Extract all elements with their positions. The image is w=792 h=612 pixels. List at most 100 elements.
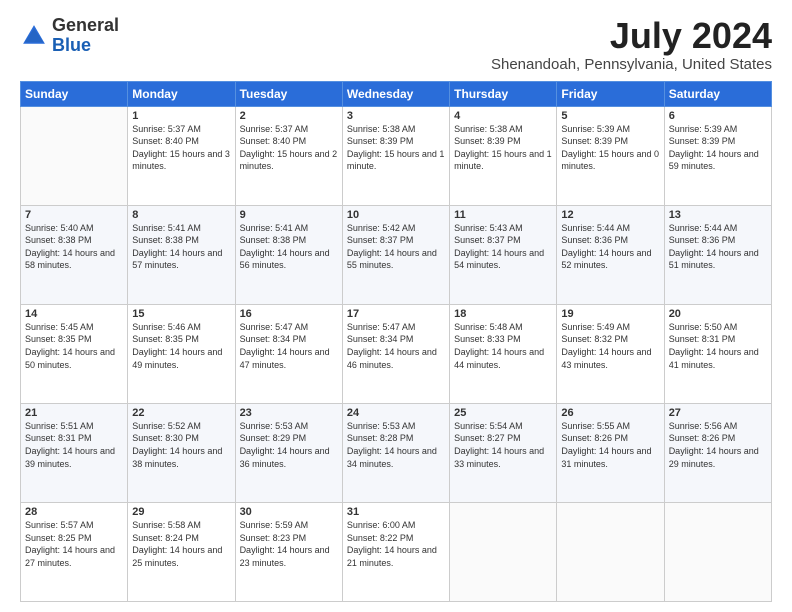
day-info: Sunrise: 5:48 AMSunset: 8:33 PMDaylight:… (454, 321, 552, 371)
day-info: Sunrise: 5:50 AMSunset: 8:31 PMDaylight:… (669, 321, 767, 371)
calendar-week-0: 1Sunrise: 5:37 AMSunset: 8:40 PMDaylight… (21, 106, 772, 205)
day-info: Sunrise: 5:38 AMSunset: 8:39 PMDaylight:… (454, 123, 552, 173)
day-info: Sunrise: 5:58 AMSunset: 8:24 PMDaylight:… (132, 519, 230, 569)
day-info: Sunrise: 5:47 AMSunset: 8:34 PMDaylight:… (347, 321, 445, 371)
day-number: 18 (454, 308, 552, 320)
calendar-cell: 22Sunrise: 5:52 AMSunset: 8:30 PMDayligh… (128, 403, 235, 502)
calendar-cell: 16Sunrise: 5:47 AMSunset: 8:34 PMDayligh… (235, 304, 342, 403)
day-number: 13 (669, 209, 767, 221)
col-thursday: Thursday (450, 81, 557, 106)
calendar-cell (450, 502, 557, 601)
day-number: 20 (669, 308, 767, 320)
calendar-week-1: 7Sunrise: 5:40 AMSunset: 8:38 PMDaylight… (21, 205, 772, 304)
day-info: Sunrise: 5:46 AMSunset: 8:35 PMDaylight:… (132, 321, 230, 371)
day-info: Sunrise: 5:43 AMSunset: 8:37 PMDaylight:… (454, 222, 552, 272)
calendar-cell: 17Sunrise: 5:47 AMSunset: 8:34 PMDayligh… (342, 304, 449, 403)
day-number: 21 (25, 407, 123, 419)
day-info: Sunrise: 5:41 AMSunset: 8:38 PMDaylight:… (240, 222, 338, 272)
day-number: 7 (25, 209, 123, 221)
calendar-cell: 31Sunrise: 6:00 AMSunset: 8:22 PMDayligh… (342, 502, 449, 601)
calendar-cell: 9Sunrise: 5:41 AMSunset: 8:38 PMDaylight… (235, 205, 342, 304)
month-title: July 2024 (491, 16, 772, 56)
day-info: Sunrise: 5:59 AMSunset: 8:23 PMDaylight:… (240, 519, 338, 569)
day-number: 1 (132, 110, 230, 122)
col-saturday: Saturday (664, 81, 771, 106)
day-info: Sunrise: 5:37 AMSunset: 8:40 PMDaylight:… (132, 123, 230, 173)
calendar-cell: 18Sunrise: 5:48 AMSunset: 8:33 PMDayligh… (450, 304, 557, 403)
day-number: 4 (454, 110, 552, 122)
day-number: 19 (561, 308, 659, 320)
day-info: Sunrise: 5:56 AMSunset: 8:26 PMDaylight:… (669, 420, 767, 470)
day-number: 11 (454, 209, 552, 221)
day-info: Sunrise: 5:39 AMSunset: 8:39 PMDaylight:… (669, 123, 767, 173)
calendar-cell: 20Sunrise: 5:50 AMSunset: 8:31 PMDayligh… (664, 304, 771, 403)
calendar-header-row: Sunday Monday Tuesday Wednesday Thursday… (21, 81, 772, 106)
calendar-cell: 7Sunrise: 5:40 AMSunset: 8:38 PMDaylight… (21, 205, 128, 304)
day-number: 30 (240, 506, 338, 518)
calendar-cell (557, 502, 664, 601)
calendar-cell: 15Sunrise: 5:46 AMSunset: 8:35 PMDayligh… (128, 304, 235, 403)
calendar-cell: 21Sunrise: 5:51 AMSunset: 8:31 PMDayligh… (21, 403, 128, 502)
day-number: 15 (132, 308, 230, 320)
calendar-cell: 8Sunrise: 5:41 AMSunset: 8:38 PMDaylight… (128, 205, 235, 304)
day-number: 8 (132, 209, 230, 221)
day-info: Sunrise: 5:49 AMSunset: 8:32 PMDaylight:… (561, 321, 659, 371)
day-info: Sunrise: 5:51 AMSunset: 8:31 PMDaylight:… (25, 420, 123, 470)
day-info: Sunrise: 5:53 AMSunset: 8:29 PMDaylight:… (240, 420, 338, 470)
day-number: 31 (347, 506, 445, 518)
calendar-cell: 26Sunrise: 5:55 AMSunset: 8:26 PMDayligh… (557, 403, 664, 502)
calendar-cell: 4Sunrise: 5:38 AMSunset: 8:39 PMDaylight… (450, 106, 557, 205)
calendar-table: Sunday Monday Tuesday Wednesday Thursday… (20, 81, 772, 602)
calendar-cell: 5Sunrise: 5:39 AMSunset: 8:39 PMDaylight… (557, 106, 664, 205)
calendar-cell: 19Sunrise: 5:49 AMSunset: 8:32 PMDayligh… (557, 304, 664, 403)
day-info: Sunrise: 5:45 AMSunset: 8:35 PMDaylight:… (25, 321, 123, 371)
calendar-cell: 11Sunrise: 5:43 AMSunset: 8:37 PMDayligh… (450, 205, 557, 304)
day-number: 24 (347, 407, 445, 419)
day-number: 27 (669, 407, 767, 419)
day-info: Sunrise: 5:52 AMSunset: 8:30 PMDaylight:… (132, 420, 230, 470)
day-info: Sunrise: 5:55 AMSunset: 8:26 PMDaylight:… (561, 420, 659, 470)
col-monday: Monday (128, 81, 235, 106)
page: General Blue July 2024 Shenandoah, Penns… (0, 0, 792, 612)
logo: General Blue (20, 16, 119, 56)
day-info: Sunrise: 5:38 AMSunset: 8:39 PMDaylight:… (347, 123, 445, 173)
calendar-cell: 27Sunrise: 5:56 AMSunset: 8:26 PMDayligh… (664, 403, 771, 502)
calendar-cell (21, 106, 128, 205)
day-number: 23 (240, 407, 338, 419)
day-info: Sunrise: 5:42 AMSunset: 8:37 PMDaylight:… (347, 222, 445, 272)
calendar-cell: 2Sunrise: 5:37 AMSunset: 8:40 PMDaylight… (235, 106, 342, 205)
calendar-cell: 28Sunrise: 5:57 AMSunset: 8:25 PMDayligh… (21, 502, 128, 601)
logo-general: General (52, 15, 119, 35)
calendar-cell: 23Sunrise: 5:53 AMSunset: 8:29 PMDayligh… (235, 403, 342, 502)
day-number: 25 (454, 407, 552, 419)
col-friday: Friday (557, 81, 664, 106)
day-number: 28 (25, 506, 123, 518)
day-info: Sunrise: 5:53 AMSunset: 8:28 PMDaylight:… (347, 420, 445, 470)
calendar-cell: 12Sunrise: 5:44 AMSunset: 8:36 PMDayligh… (557, 205, 664, 304)
calendar-cell (664, 502, 771, 601)
calendar-cell: 10Sunrise: 5:42 AMSunset: 8:37 PMDayligh… (342, 205, 449, 304)
day-number: 6 (669, 110, 767, 122)
col-wednesday: Wednesday (342, 81, 449, 106)
day-info: Sunrise: 6:00 AMSunset: 8:22 PMDaylight:… (347, 519, 445, 569)
day-number: 29 (132, 506, 230, 518)
calendar-week-4: 28Sunrise: 5:57 AMSunset: 8:25 PMDayligh… (21, 502, 772, 601)
calendar-week-2: 14Sunrise: 5:45 AMSunset: 8:35 PMDayligh… (21, 304, 772, 403)
col-sunday: Sunday (21, 81, 128, 106)
calendar-cell: 29Sunrise: 5:58 AMSunset: 8:24 PMDayligh… (128, 502, 235, 601)
day-number: 10 (347, 209, 445, 221)
calendar-week-3: 21Sunrise: 5:51 AMSunset: 8:31 PMDayligh… (21, 403, 772, 502)
title-block: July 2024 Shenandoah, Pennsylvania, Unit… (491, 16, 772, 73)
day-info: Sunrise: 5:47 AMSunset: 8:34 PMDaylight:… (240, 321, 338, 371)
calendar-cell: 25Sunrise: 5:54 AMSunset: 8:27 PMDayligh… (450, 403, 557, 502)
day-number: 26 (561, 407, 659, 419)
day-number: 14 (25, 308, 123, 320)
day-number: 9 (240, 209, 338, 221)
logo-blue: Blue (52, 35, 91, 55)
day-info: Sunrise: 5:39 AMSunset: 8:39 PMDaylight:… (561, 123, 659, 173)
col-tuesday: Tuesday (235, 81, 342, 106)
day-info: Sunrise: 5:54 AMSunset: 8:27 PMDaylight:… (454, 420, 552, 470)
day-info: Sunrise: 5:44 AMSunset: 8:36 PMDaylight:… (561, 222, 659, 272)
day-info: Sunrise: 5:57 AMSunset: 8:25 PMDaylight:… (25, 519, 123, 569)
calendar-cell: 6Sunrise: 5:39 AMSunset: 8:39 PMDaylight… (664, 106, 771, 205)
